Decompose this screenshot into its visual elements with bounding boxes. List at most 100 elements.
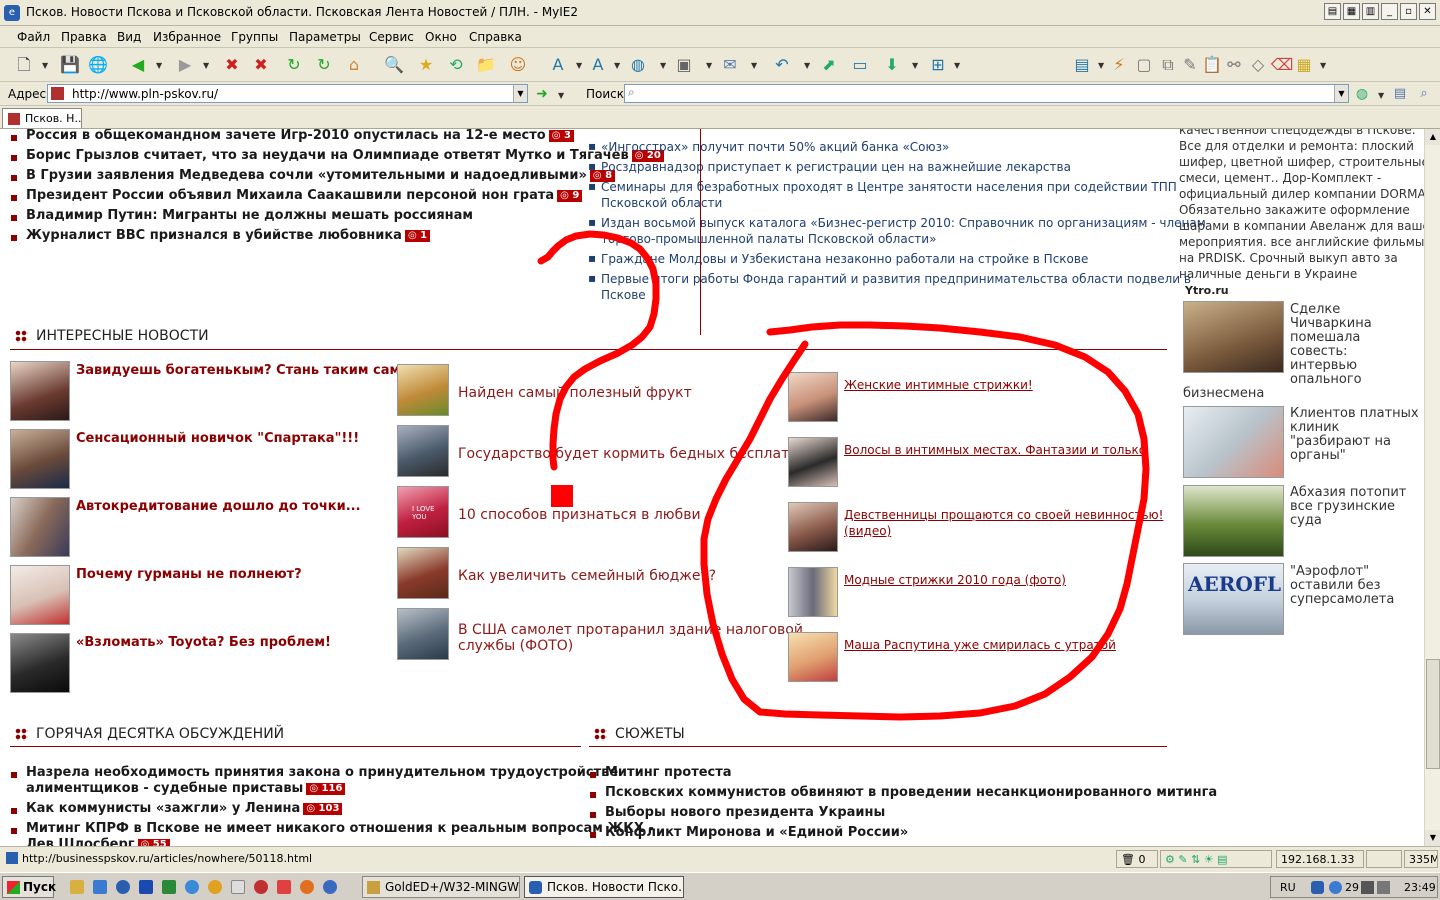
list-item[interactable]: Президент России объявил Михаила Саакашв… [26, 188, 583, 203]
ad-source[interactable]: Ytro.ru [1185, 284, 1229, 297]
address-input[interactable]: http://www.pln-pskov.ru/ ▼ [47, 84, 528, 103]
news-thumbnail[interactable]: I LOVE YOU [397, 486, 449, 538]
hot-item[interactable]: Как коммунисты «зажгли» у Ленина ◎ 103 [26, 801, 343, 816]
address-url[interactable]: http://www.pln-pskov.ru/ [72, 87, 218, 101]
list-item[interactable]: Издан восьмой выпуск каталога «Бизнес-ре… [601, 216, 1206, 230]
news-thumbnail[interactable] [788, 567, 838, 617]
menu-edit[interactable]: Правка [61, 30, 107, 44]
list-item[interactable]: В Грузии заявления Медведева сочли «утом… [26, 168, 616, 183]
interesting-item[interactable]: Автокредитование дошло до точки... [76, 499, 361, 514]
ad-line[interactable]: наличные деньги в Украине [1179, 266, 1357, 282]
story-item[interactable]: Конфликт Миронова и «Единой России» [605, 825, 908, 840]
search-dropdown-icon[interactable]: ▼ [1334, 85, 1348, 102]
status-tools[interactable]: ⚙ ✎ ⇅ ☀ ▤ [1160, 850, 1272, 868]
list-item[interactable]: Россия в общекомандном зачете Игр-2010 о… [26, 129, 574, 143]
find-icon[interactable]: ⌕ [1412, 82, 1436, 106]
quicklaunch-opera-icon[interactable] [254, 880, 268, 894]
tray-network-icon[interactable] [1329, 881, 1342, 894]
menu-help[interactable]: Справка [469, 30, 522, 44]
list-item[interactable]: Росздравнадзор приступает к регистрации … [601, 160, 1071, 174]
proxy-globe-icon[interactable]: ◍ [626, 53, 650, 77]
layout-icon[interactable]: ▦ [1292, 53, 1316, 77]
offline-icon[interactable]: ▣ [672, 53, 696, 77]
diamond-icon[interactable]: ◇ [1246, 53, 1270, 77]
news-thumbnail[interactable] [10, 497, 70, 557]
news-thumbnail[interactable] [788, 437, 838, 487]
home-icon[interactable]: ⌂ [342, 53, 366, 77]
ad-line[interactable]: шарами в компании Авеланж для вашего [1179, 218, 1424, 234]
undo-close-icon[interactable]: ↶ [770, 53, 794, 77]
close-button[interactable]: ✕ [1419, 3, 1436, 20]
news-thumbnail[interactable]: AEROFL [1183, 563, 1284, 635]
news-thumbnail[interactable] [397, 364, 449, 416]
list-item-line2[interactable]: Псковской области [601, 196, 722, 210]
scroll-down-icon[interactable]: ▼ [1425, 830, 1440, 846]
sidebar-news-line[interactable]: органы" [1290, 448, 1346, 464]
list-item[interactable]: «Ингосстрах» получит почти 50% акций бан… [601, 140, 949, 154]
news-thumbnail[interactable] [788, 632, 838, 682]
menu-options[interactable]: Параметры [289, 30, 361, 44]
quicklaunch-doc-icon[interactable] [231, 880, 245, 894]
encoding-icon[interactable]: A [586, 53, 610, 77]
interesting-link[interactable]: Маша Распутина уже смирилась с утратой [844, 638, 1116, 652]
news-thumbnail[interactable] [1183, 301, 1284, 373]
list-item[interactable]: Борис Грызлов считает, что за неудачи на… [26, 148, 664, 163]
forward-icon[interactable]: ▶ [173, 53, 197, 77]
menu-favorites[interactable]: Избранное [153, 30, 221, 44]
list-item[interactable]: Владимир Путин: Мигранты не должны мешат… [26, 208, 473, 223]
list-item-line2[interactable]: Пскове [601, 288, 646, 302]
tray-app-icon[interactable] [1361, 881, 1374, 894]
tool-icon[interactable]: ✎ [1178, 53, 1202, 77]
quicklaunch-firefox-icon[interactable] [300, 880, 314, 894]
blocked-count[interactable]: 🗑 0 [1116, 850, 1158, 868]
hot-item[interactable]: Митинг КПРФ в Пскове не имеет никакого о… [26, 821, 654, 836]
news-thumbnail[interactable] [10, 429, 70, 489]
ad-line[interactable]: качественной спецодежды в Пскове. [1179, 129, 1416, 138]
scroll-thumb[interactable] [1426, 659, 1440, 769]
interesting-item[interactable]: 10 способов признаться в любви [458, 507, 701, 523]
language-indicator[interactable]: RU [1280, 881, 1296, 894]
ad-line[interactable]: шифер, цветной шифер, строительные [1179, 154, 1424, 170]
maximize-button[interactable]: ▫ [1400, 3, 1417, 20]
flash-icon[interactable]: ⚡ [1107, 53, 1131, 77]
extra-window-button-2[interactable]: ▦ [1343, 3, 1360, 20]
interesting-item[interactable]: Завидуешь богатенькым? Стань таким сам! [76, 363, 406, 378]
hot-item[interactable]: Назрела необходимость принятия закона о … [26, 765, 618, 780]
news-thumbnail[interactable] [397, 608, 449, 660]
menu-file[interactable]: Файл [17, 30, 50, 44]
back-icon[interactable]: ◀ [126, 53, 150, 77]
ad-line[interactable]: Обязательно закажите оформление [1179, 202, 1410, 218]
cleanup-icon[interactable]: ⌫ [1270, 53, 1294, 77]
tray-myie-icon[interactable] [1311, 881, 1324, 894]
quicklaunch-myie-icon[interactable] [116, 880, 130, 894]
news-thumbnail[interactable] [788, 372, 838, 422]
interesting-item[interactable]: Почему гурманы не полнеют? [76, 567, 302, 582]
search-icon[interactable]: 🔍 [382, 53, 406, 77]
story-item[interactable]: Митинг протеста [605, 765, 732, 780]
interesting-link[interactable]: Волосы в интимных местах. Фантазии и тол… [844, 443, 1146, 457]
start-button[interactable]: Пуск [2, 876, 56, 898]
go-icon[interactable]: ➜ [530, 82, 554, 106]
hot-item-line2[interactable]: алиментщиков - судебные приставы ◎ 116 [26, 781, 346, 796]
quicklaunch-plus-icon[interactable] [277, 880, 291, 894]
interesting-item[interactable]: Найден самый полезный фрукт [458, 385, 692, 401]
vertical-scrollbar[interactable]: ▲ ▼ [1424, 129, 1440, 846]
news-thumbnail[interactable] [10, 565, 70, 625]
news-thumbnail[interactable] [397, 425, 449, 477]
font-size-icon[interactable]: A [546, 53, 570, 77]
interesting-item[interactable]: В США самолет протаранил здание налогово… [458, 622, 803, 638]
popup-block-icon[interactable]: ▢ [1132, 53, 1156, 77]
menu-service[interactable]: Сервис [369, 30, 414, 44]
interesting-item[interactable]: Сенсационный новичок "Спартака"!!! [76, 431, 359, 446]
interesting-link-line2[interactable]: (видео) [844, 524, 891, 538]
quicklaunch-ie-icon[interactable] [185, 880, 199, 894]
story-item[interactable]: Псковских коммунистов обвиняют в проведе… [605, 785, 1217, 800]
ad-line[interactable]: смеси, цемент.. Дор-Комплект - [1179, 170, 1381, 186]
stop-icon[interactable]: ✖ [220, 53, 244, 77]
address-dropdown-icon[interactable]: ▼ [513, 85, 527, 102]
save-web-icon[interactable]: 🌐 [86, 53, 110, 77]
refresh-all-icon[interactable]: ↻ [312, 53, 336, 77]
news-thumbnail[interactable] [397, 547, 449, 599]
taskbar-item-golded[interactable]: GoldED+/W32-MINGW... [362, 876, 520, 898]
refresh-icon[interactable]: ↻ [282, 53, 306, 77]
